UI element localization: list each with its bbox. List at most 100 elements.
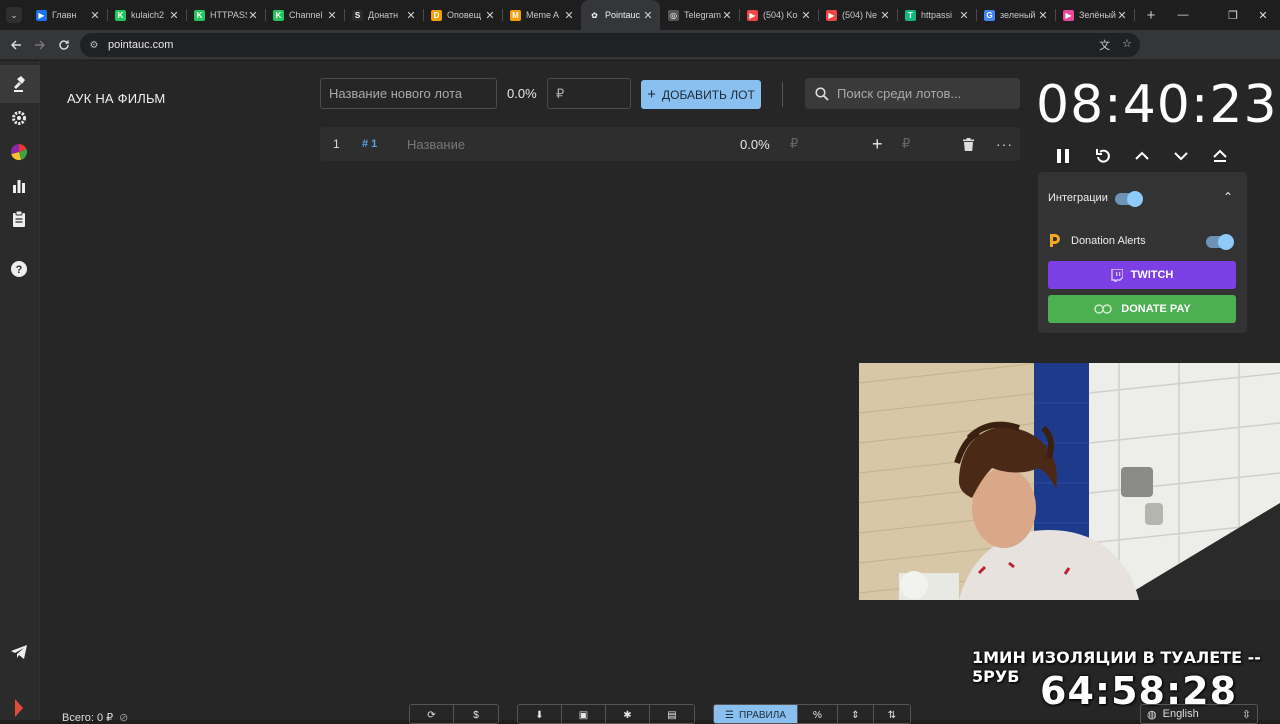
sort-button[interactable]: ⇅	[874, 705, 910, 723]
toolbar-divider	[782, 82, 783, 107]
lot-search-input[interactable]: Поиск среди лотов...	[805, 78, 1020, 109]
sidebar-item-settings[interactable]	[8, 107, 30, 129]
browser-tab[interactable]: S Донатн ✕	[344, 0, 424, 30]
clear-button[interactable]: ▤	[650, 705, 694, 723]
globe-icon: ◍	[1147, 708, 1157, 721]
browser-tab[interactable]: M Meme A ✕	[502, 0, 581, 30]
tab-favicon-icon: G	[984, 9, 995, 21]
compress-button[interactable]: ⇕	[838, 705, 874, 723]
sidebar-item-telegram[interactable]	[8, 641, 30, 663]
close-window-button[interactable]: ✕	[1244, 0, 1280, 30]
tab-close-icon[interactable]: ✕	[89, 9, 101, 22]
browser-tab[interactable]: Kkulaich2 ✕	[107, 0, 187, 30]
sidebar-item-auction[interactable]	[0, 65, 40, 103]
footer-actions-left: ⟳ $	[409, 704, 499, 724]
gear-icon	[12, 111, 26, 125]
translate-icon[interactable]: 文	[1099, 37, 1110, 53]
collapse-chevron-icon[interactable]: ⌃	[1223, 190, 1233, 204]
integrations-toggle[interactable]	[1115, 191, 1143, 207]
tab-close-icon[interactable]: ✕	[642, 9, 654, 22]
sidebar-item-wheel[interactable]	[8, 141, 30, 163]
tab-search-button[interactable]: ⌄	[6, 7, 22, 23]
tab-close-icon[interactable]: ✕	[1037, 9, 1049, 22]
percent-button[interactable]: %	[798, 705, 838, 723]
download-button[interactable]: ⬇	[518, 705, 562, 723]
increase-time-button[interactable]	[1131, 145, 1153, 167]
webcam-feed	[859, 363, 1280, 600]
twitch-icon	[1110, 268, 1123, 282]
browser-tab[interactable]: ◎ Telegram ✕	[660, 0, 740, 30]
tab-title: HTTPASS	[210, 10, 247, 20]
browser-tab[interactable]: Gзеленый ✕	[976, 0, 1056, 30]
refresh-button[interactable]: ⟳	[410, 705, 454, 723]
tab-close-icon[interactable]: ✕	[800, 9, 812, 22]
browser-tab[interactable]: ▶ (504) Ne ✕	[818, 0, 898, 30]
tab-close-icon[interactable]: ✕	[1116, 9, 1128, 22]
lot-delete-button[interactable]	[963, 127, 974, 161]
address-bar[interactable]: ⚙ pointauc.com 文 ☆	[80, 33, 1140, 57]
browser-tab[interactable]: ▶ Зелёный ✕	[1055, 0, 1135, 30]
tab-title: kulaich2	[131, 10, 165, 20]
donatepay-button[interactable]: DONATE PAY	[1048, 295, 1236, 323]
tab-close-icon[interactable]: ✕	[326, 9, 338, 22]
sidebar-item-history[interactable]	[8, 208, 30, 230]
help-icon: ?	[11, 261, 27, 277]
tab-close-icon[interactable]: ✕	[484, 9, 496, 22]
tab-close-icon[interactable]: ✕	[168, 9, 180, 22]
lot-amount-input[interactable]: ₽	[790, 127, 798, 161]
bookmark-star-icon[interactable]: ☆	[1122, 37, 1132, 53]
add-lot-button[interactable]: + ДОБАВИТЬ ЛОТ	[641, 80, 761, 109]
new-lot-name-input[interactable]: Название нового лота	[320, 78, 497, 109]
lot-add-amount-input[interactable]: ₽	[902, 127, 910, 161]
browser-tab[interactable]: K HTTPASS ✕	[186, 0, 266, 30]
telegram-icon	[11, 645, 27, 659]
tab-close-icon[interactable]: ✕	[721, 9, 733, 22]
forward-button[interactable]	[28, 33, 52, 57]
browser-tab[interactable]: Thttpassi ✕	[897, 0, 977, 30]
reload-button[interactable]	[52, 33, 76, 57]
browser-tab[interactable]: ▶ Главн ✕	[28, 0, 108, 30]
donation-alerts-toggle[interactable]	[1206, 234, 1234, 250]
site-info-icon[interactable]: ⚙	[86, 37, 102, 53]
rules-button[interactable]: ☰ ПРАВИЛА	[714, 705, 798, 723]
sidebar-item-statistics[interactable]	[8, 175, 30, 197]
tab-favicon-icon: K	[273, 9, 284, 21]
decrease-time-button[interactable]	[1170, 145, 1192, 167]
minimize-button[interactable]: —	[1164, 0, 1202, 30]
pause-button[interactable]	[1052, 145, 1074, 167]
new-lot-amount-input[interactable]: ₽	[547, 78, 631, 109]
browser-tab[interactable]: ✿ Pointauc ✕	[581, 0, 660, 30]
browser-tab[interactable]: K Channel ✕	[265, 0, 345, 30]
tab-favicon-icon: M	[510, 9, 521, 21]
bug-button[interactable]: ✱	[606, 705, 650, 723]
reset-timer-button[interactable]	[1092, 145, 1114, 167]
browser-tab[interactable]: D Оповещ ✕	[423, 0, 503, 30]
twitch-button[interactable]: TWITCH	[1048, 261, 1236, 289]
lot-more-button[interactable]: ···	[996, 127, 1013, 161]
lot-row: 1 # 1 Название 0.0% ₽ + ₽ ···	[320, 127, 1020, 161]
donation-alerts-label: Donation Alerts	[1071, 235, 1146, 247]
browser-tab[interactable]: ▶ (504) Ko ✕	[739, 0, 819, 30]
back-button[interactable]	[4, 33, 28, 57]
clipboard-icon	[13, 211, 25, 227]
tab-close-icon[interactable]: ✕	[958, 9, 970, 22]
download-icon: ⬇	[535, 709, 544, 721]
save-button[interactable]: ▣	[562, 705, 606, 723]
currency-button[interactable]: $	[454, 705, 498, 723]
tab-close-icon[interactable]: ✕	[879, 9, 891, 22]
tab-close-icon[interactable]: ✕	[563, 9, 575, 22]
tab-close-icon[interactable]: ✕	[405, 9, 417, 22]
tab-favicon-icon: ▶	[826, 9, 837, 21]
twitch-label: TWITCH	[1130, 269, 1174, 281]
language-select[interactable]: ◍ English ⇳	[1140, 704, 1258, 724]
arrow-left-icon	[11, 40, 21, 49]
new-tab-button[interactable]: +	[1140, 7, 1162, 24]
tab-close-icon[interactable]: ✕	[247, 9, 259, 22]
lot-name-input[interactable]: Название	[407, 127, 465, 161]
pause-icon	[1057, 149, 1069, 163]
auction-app: ? АУК НА ФИЛЬМ Название нового лота 0.0%…	[0, 61, 1280, 724]
sidebar-item-help[interactable]: ?	[8, 258, 30, 280]
lot-add-amount-button[interactable]: +	[872, 127, 883, 161]
eject-button[interactable]	[1209, 145, 1231, 167]
hide-eye-icon[interactable]: ⊘	[119, 711, 128, 724]
